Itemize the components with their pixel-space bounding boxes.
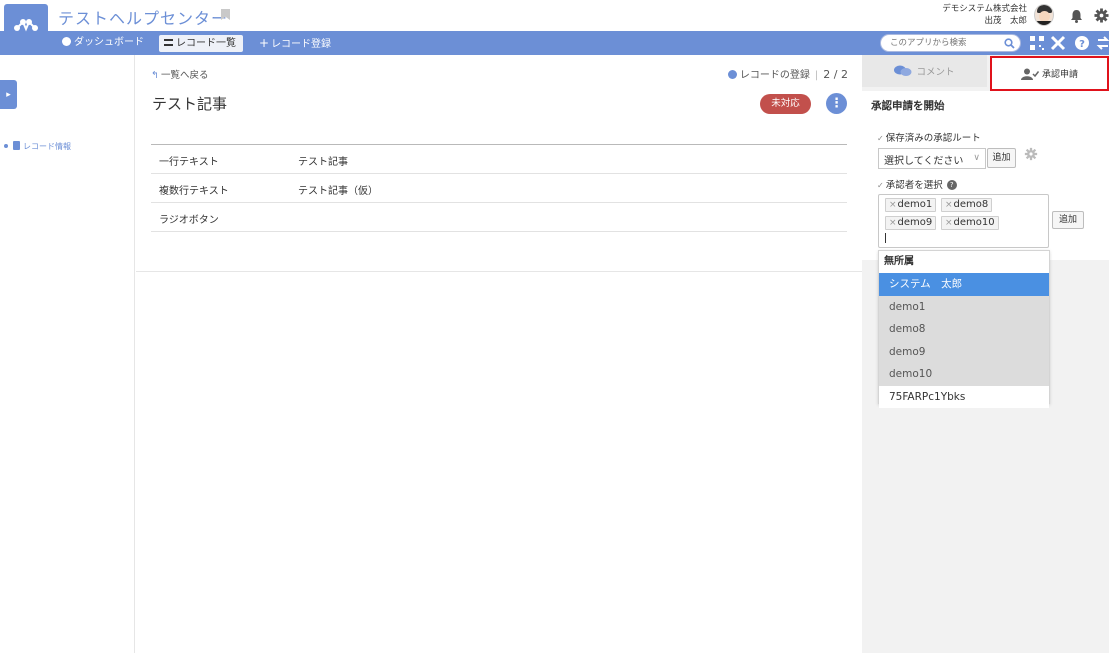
dropdown-option[interactable]: システム 太郎 [879, 273, 1049, 296]
dropdown-option[interactable]: demo1 [879, 295, 1049, 318]
company-name: デモシステム株式会社 [942, 4, 1027, 14]
approver-chip[interactable]: ×demo10 [941, 216, 999, 230]
remove-icon[interactable]: × [889, 218, 897, 228]
divider: | [814, 70, 819, 81]
route-select-value: 選択してください [884, 156, 964, 167]
field-label: 複数行テキスト [159, 186, 229, 197]
nav-add-record[interactable]: + レコード登録 [259, 31, 331, 55]
approver-chip-label: demo1 [897, 199, 933, 210]
switch-icon[interactable] [1095, 35, 1109, 51]
saved-routes-label: 保存済みの承認ルート [885, 133, 981, 144]
approver-chip[interactable]: ×demo9 [885, 216, 937, 230]
approver-select-toggle[interactable]: ✓ 承認者を選択? [877, 177, 957, 191]
nav-add-record-label: レコード登録 [271, 39, 332, 50]
remove-icon[interactable]: × [945, 218, 953, 228]
avatar[interactable] [1034, 4, 1054, 26]
record-nav: レコードの登録 | 2 / 2 [727, 66, 848, 81]
tab-record-list-label: レコード一覧 [176, 38, 236, 49]
header: テストヘルプセンター デモシステム株式会社 出茂 太郎 [0, 0, 1109, 48]
clipboard-icon [13, 141, 20, 150]
dashboard-icon [62, 37, 71, 46]
record-title: テスト記事 [152, 95, 228, 113]
dropdown-option[interactable]: demo8 [879, 318, 1049, 341]
search-box[interactable] [880, 34, 1021, 52]
user-name: 出茂 太郎 [984, 16, 1027, 26]
route-select[interactable]: 選択してください ∨ [878, 148, 986, 169]
comment-icon [894, 65, 912, 76]
route-add-button[interactable]: 追加 [987, 148, 1016, 168]
gear-icon[interactable] [1094, 8, 1109, 23]
approver-chip-label: demo10 [953, 217, 995, 228]
approval-heading: 承認申請を開始 [871, 100, 945, 112]
back-arrow-icon: ↰ [151, 70, 159, 81]
search-input[interactable] [890, 37, 1000, 49]
prev-circle-icon [727, 70, 737, 79]
approver-chip-label: demo8 [953, 199, 989, 210]
check-icon: ✓ [877, 134, 884, 143]
chevron-right-icon: ▸ [6, 89, 11, 100]
field-row: ラジオボタン [151, 203, 847, 232]
approver-add-button[interactable]: 追加 [1052, 211, 1084, 229]
qr-code-icon[interactable] [1029, 35, 1045, 51]
user-info[interactable]: デモシステム株式会社 出茂 太郎 [942, 3, 1027, 27]
field-label: ラジオボタン [159, 215, 219, 226]
app-title[interactable]: テストヘルプセンター [58, 5, 228, 29]
dropdown-option[interactable]: demo10 [879, 363, 1049, 386]
text-cursor [885, 233, 886, 243]
settings-gear-icon[interactable] [1024, 147, 1038, 161]
back-to-list-link[interactable]: ↰ 一覧へ戻る [151, 67, 208, 81]
record-fields: 一行テキスト テスト記事 複数行テキスト テスト記事（仮） ラジオボタン [151, 144, 847, 232]
field-value: テスト記事（仮） [298, 186, 378, 197]
nav-dashboard-label: ダッシュボード [74, 37, 144, 48]
approver-label: 承認者を選択 [885, 180, 943, 191]
kebab-icon: ⋮ [830, 96, 843, 111]
field-value: テスト記事 [298, 157, 348, 168]
approver-chip-label: demo9 [897, 217, 933, 228]
question-icon[interactable]: ? [946, 180, 957, 190]
record-register-link[interactable]: レコードの登録 [727, 70, 810, 81]
sidebar-item-record-info[interactable]: レコード情報 [4, 141, 71, 152]
more-options-button[interactable]: ⋮ [826, 93, 847, 114]
field-row: 一行テキスト テスト記事 [151, 145, 847, 174]
chevron-down-icon: ∨ [973, 153, 980, 163]
remove-icon[interactable]: × [945, 200, 953, 210]
status-badge[interactable]: 未対応 [760, 94, 811, 114]
dropdown-option[interactable]: demo9 [879, 340, 1049, 363]
tab-comment-label: コメント [916, 67, 955, 78]
user-check-icon [1020, 68, 1039, 80]
approver-input[interactable]: ×demo1 ×demo8 ×demo9 ×demo10 [878, 194, 1049, 248]
tools-icon[interactable] [1050, 35, 1066, 51]
panel-tabs: コメント 承認申請 [862, 55, 1109, 91]
record-detail: ↰ 一覧へ戻る レコードの登録 | 2 / 2 テスト記事 未対応 ⋮ 一行テキスト … [136, 55, 862, 272]
saved-routes-toggle[interactable]: ✓ 保存済みの承認ルート [877, 130, 981, 144]
bell-icon[interactable] [1070, 9, 1083, 23]
approver-chip[interactable]: ×demo8 [941, 198, 993, 212]
search-icon[interactable] [1004, 38, 1015, 49]
nav-dashboard[interactable]: ダッシュボード [62, 31, 144, 55]
dropdown-option[interactable]: 75FARPc1Ybks [879, 385, 1049, 408]
plus-icon: + [259, 36, 270, 50]
side-strip: ▸ レコード情報 [0, 55, 135, 653]
tab-approval-label: 承認申請 [1041, 70, 1078, 80]
list-icon [164, 39, 173, 46]
dot-icon [4, 144, 8, 148]
field-row: 複数行テキスト テスト記事（仮） [151, 174, 847, 203]
tab-approval[interactable]: 承認申請 [990, 56, 1109, 91]
record-pager: 2 / 2 [823, 68, 848, 81]
check-icon: ✓ [877, 181, 884, 190]
help-icon[interactable]: ? [1074, 35, 1090, 51]
remove-icon[interactable]: × [889, 200, 897, 210]
svg-text:?: ? [1079, 39, 1085, 50]
dropdown-group-label: 無所属 [884, 256, 914, 267]
sidebar-toggle-button[interactable]: ▸ [0, 80, 17, 109]
approver-chip[interactable]: ×demo1 [885, 198, 937, 212]
field-label: 一行テキスト [159, 157, 219, 168]
tab-comment[interactable]: コメント [862, 55, 987, 87]
record-register-label: レコードの登録 [739, 70, 810, 81]
sidebar-item-label: レコード情報 [23, 142, 71, 151]
back-to-list-label: 一覧へ戻る [160, 70, 209, 81]
app-logo-icon[interactable] [4, 4, 48, 48]
approver-dropdown: 無所属 システム 太郎 demo1 demo8 demo9 demo10 75F… [878, 250, 1050, 408]
tab-record-list[interactable]: レコード一覧 [159, 35, 243, 52]
